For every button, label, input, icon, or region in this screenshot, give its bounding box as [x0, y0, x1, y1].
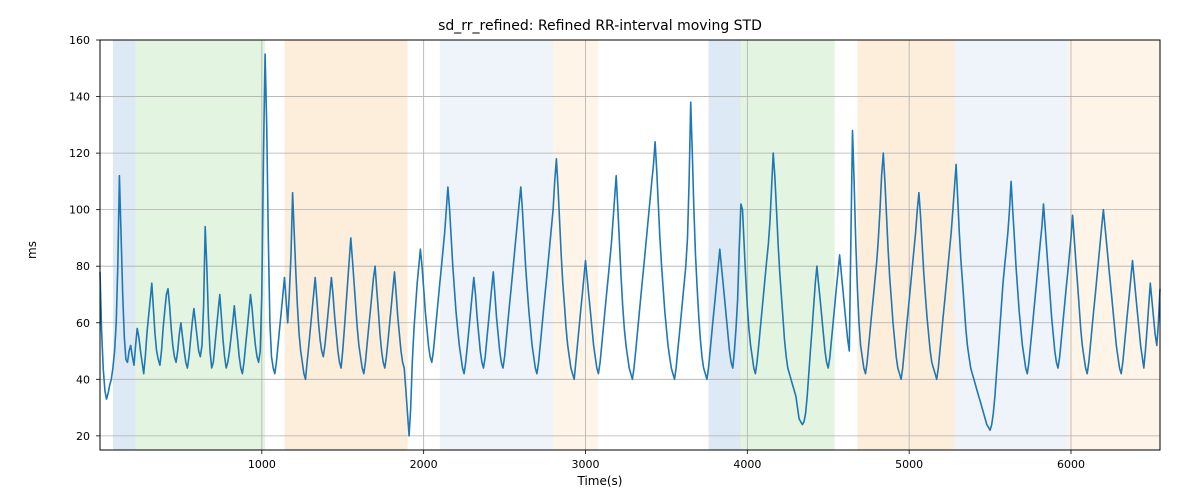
- y-tick-label: 140: [69, 91, 90, 104]
- chart-title: sd_rr_refined: Refined RR-interval movin…: [0, 18, 1200, 34]
- y-tick-label: 20: [76, 430, 90, 443]
- background-bands: [113, 40, 1160, 450]
- band-region: [136, 40, 265, 450]
- band-region: [284, 40, 407, 450]
- x-tick-label: 4000: [733, 458, 761, 471]
- chart-title-text: sd_rr_refined: Refined RR-interval movin…: [438, 18, 762, 34]
- band-region: [857, 40, 954, 450]
- band-region: [708, 40, 740, 450]
- x-tick-label: 1000: [248, 458, 276, 471]
- x-tick-label: 6000: [1057, 458, 1085, 471]
- y-tick-label: 60: [76, 317, 90, 330]
- band-region: [113, 40, 136, 450]
- band-region: [741, 40, 835, 450]
- plot-axes: 1000200030004000500060002040608010012014…: [100, 40, 1160, 450]
- x-tick-label: 3000: [571, 458, 599, 471]
- y-tick-label: 120: [69, 147, 90, 160]
- band-region: [553, 40, 598, 450]
- y-tick-label: 100: [69, 204, 90, 217]
- chart-figure: sd_rr_refined: Refined RR-interval movin…: [0, 0, 1200, 500]
- y-tick-label: 40: [76, 373, 90, 386]
- band-region: [440, 40, 553, 450]
- y-tick-label: 160: [69, 34, 90, 47]
- plot-svg: 1000200030004000500060002040608010012014…: [100, 40, 1160, 480]
- band-region: [954, 40, 1067, 450]
- y-axis-label: ms: [24, 0, 40, 500]
- band-region: [1087, 40, 1160, 450]
- x-tick-label: 2000: [410, 458, 438, 471]
- x-tick-label: 5000: [895, 458, 923, 471]
- y-tick-label: 80: [76, 260, 90, 273]
- y-axis-label-text: ms: [25, 241, 39, 259]
